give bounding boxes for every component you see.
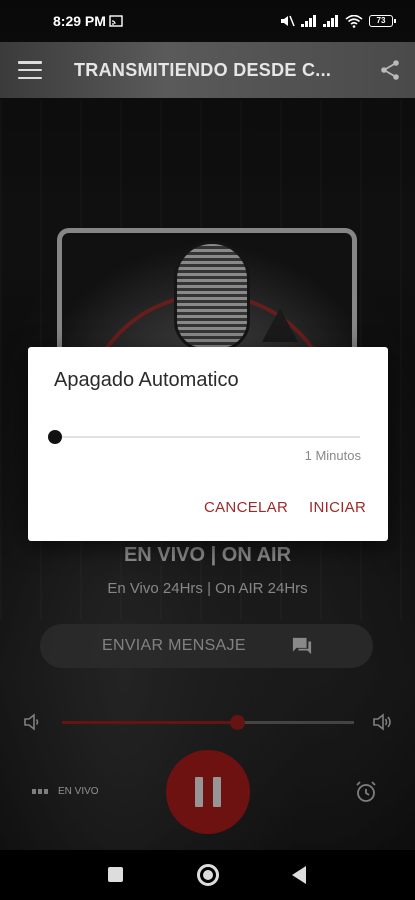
share-icon[interactable] — [379, 59, 401, 81]
cancel-button[interactable]: CANCELAR — [204, 499, 288, 516]
app-title: TRANSMITIENDO DESDE C... — [74, 59, 332, 80]
minutes-slider-thumb[interactable] — [48, 430, 62, 444]
cast-icon — [109, 15, 123, 27]
recents-icon[interactable] — [108, 867, 123, 882]
minutes-slider[interactable] — [55, 436, 360, 438]
cell-signal-2-icon — [323, 15, 338, 27]
home-icon[interactable] — [197, 864, 219, 886]
system-nav-bar — [0, 850, 415, 900]
mute-icon — [281, 15, 295, 27]
wifi-icon — [345, 14, 363, 28]
battery-indicator: 73 — [369, 15, 396, 27]
app-bar: TRANSMITIENDO DESDE C... — [0, 42, 415, 98]
dialog-title: Apagado Automatico — [54, 369, 239, 391]
start-button[interactable]: INICIAR — [309, 499, 366, 516]
status-time: 8:29 PM — [53, 13, 106, 29]
minutes-value: 1 Minutos — [304, 448, 361, 463]
back-icon[interactable] — [292, 866, 306, 884]
cell-signal-icon — [301, 15, 316, 27]
status-bar: 8:29 PM 73 — [0, 0, 415, 42]
auto-shutdown-dialog: Apagado Automatico 1 Minutos CANCELAR IN… — [28, 347, 388, 541]
hamburger-menu-icon[interactable] — [18, 61, 42, 79]
